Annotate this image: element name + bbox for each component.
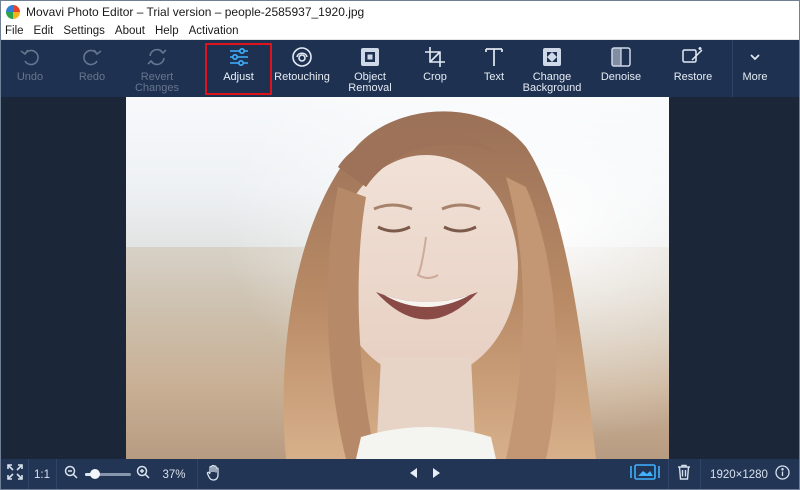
object-removal-label: Object Removal — [348, 71, 392, 94]
denoise-icon — [609, 45, 633, 69]
trash-icon — [677, 464, 691, 485]
statusbar-divider — [197, 459, 198, 489]
hand-icon — [206, 464, 222, 486]
prev-arrow-icon — [408, 466, 418, 484]
statusbar-divider — [668, 459, 669, 489]
restore-button[interactable]: Restore — [665, 40, 721, 97]
menu-bar: File Edit Settings About Help Activation — [1, 23, 799, 40]
undo-icon — [18, 45, 42, 69]
zoom-in-button[interactable] — [135, 459, 151, 489]
retouching-label: Retouching — [274, 71, 330, 83]
chevron-down-icon — [743, 45, 767, 69]
change-background-label: Change Background — [522, 71, 582, 94]
text-label: Text — [483, 71, 505, 83]
text-button[interactable]: Text — [469, 40, 519, 97]
zoom-out-icon — [64, 465, 78, 484]
menu-settings[interactable]: Settings — [58, 23, 110, 40]
redo-label: Redo — [78, 71, 106, 83]
title-bar: Movavi Photo Editor – Trial version – pe… — [1, 1, 799, 23]
menu-about[interactable]: About — [110, 23, 150, 40]
menu-activation[interactable]: Activation — [184, 23, 244, 40]
zoom-percent-label: 37% — [162, 468, 186, 481]
face-icon — [290, 45, 314, 69]
window-title: Movavi Photo Editor – Trial version – pe… — [26, 5, 365, 19]
revert-changes-button[interactable]: Revert Changes — [129, 40, 185, 97]
denoise-label: Denoise — [600, 71, 642, 83]
revert-icon — [145, 45, 169, 69]
crop-button[interactable]: Crop — [409, 40, 461, 97]
fit-screen-button[interactable] — [5, 459, 25, 489]
actual-size-label: 1:1 — [34, 468, 50, 481]
menu-file[interactable]: File — [1, 23, 29, 40]
editor-canvas[interactable] — [1, 97, 799, 459]
revert-label: Revert Changes — [134, 71, 180, 94]
statusbar-divider — [28, 459, 29, 489]
redo-button[interactable]: Redo — [69, 40, 115, 97]
zoom-slider-handle[interactable] — [90, 469, 101, 479]
retouching-button[interactable]: Retouching — [271, 40, 333, 97]
change-background-button[interactable]: Change Background — [519, 40, 585, 97]
zoom-in-icon — [136, 465, 150, 484]
delete-button[interactable] — [674, 459, 694, 489]
info-button[interactable] — [773, 459, 791, 489]
compare-icon — [630, 463, 660, 486]
next-arrow-icon — [432, 466, 442, 484]
hand-tool-button[interactable] — [204, 459, 224, 489]
app-window: Movavi Photo Editor – Trial version – pe… — [0, 0, 800, 490]
image-size: 1920×1280 — [707, 459, 771, 489]
crop-label: Crop — [423, 71, 447, 83]
main-toolbar: Undo Redo Revert Changes Adjust Retouchi… — [1, 40, 799, 97]
object-removal-icon — [358, 45, 382, 69]
redo-icon — [80, 45, 104, 69]
undo-label: Undo — [16, 71, 44, 83]
app-logo-icon — [6, 5, 20, 19]
zoom-percent[interactable]: 37% — [159, 459, 189, 489]
undo-button[interactable]: Undo — [7, 40, 53, 97]
more-button[interactable]: More — [735, 40, 775, 97]
image-size-label: 1920×1280 — [710, 468, 768, 481]
previous-image-button[interactable] — [405, 459, 421, 489]
denoise-button[interactable]: Denoise — [593, 40, 649, 97]
more-label: More — [742, 71, 768, 83]
menu-edit[interactable]: Edit — [29, 23, 59, 40]
magic-wand-icon — [681, 45, 705, 69]
portrait-illustration — [126, 97, 669, 459]
toolbar-divider — [732, 40, 733, 97]
menu-help[interactable]: Help — [150, 23, 184, 40]
compare-button[interactable] — [629, 459, 661, 489]
adjust-highlight-frame — [205, 43, 272, 95]
actual-size-button[interactable]: 1:1 — [31, 459, 53, 489]
crop-icon — [423, 45, 447, 69]
object-removal-button[interactable]: Object Removal — [339, 40, 401, 97]
statusbar-divider — [56, 459, 57, 489]
next-image-button[interactable] — [429, 459, 445, 489]
zoom-out-button[interactable] — [63, 459, 79, 489]
bottom-toolbar: 1:1 37% 1920×1280 — [1, 459, 799, 489]
photo-image[interactable] — [126, 97, 669, 459]
info-icon — [774, 464, 790, 485]
fit-screen-icon — [7, 464, 23, 485]
text-icon — [482, 45, 506, 69]
background-icon — [540, 45, 564, 69]
restore-label: Restore — [673, 71, 713, 83]
statusbar-divider — [700, 459, 701, 489]
